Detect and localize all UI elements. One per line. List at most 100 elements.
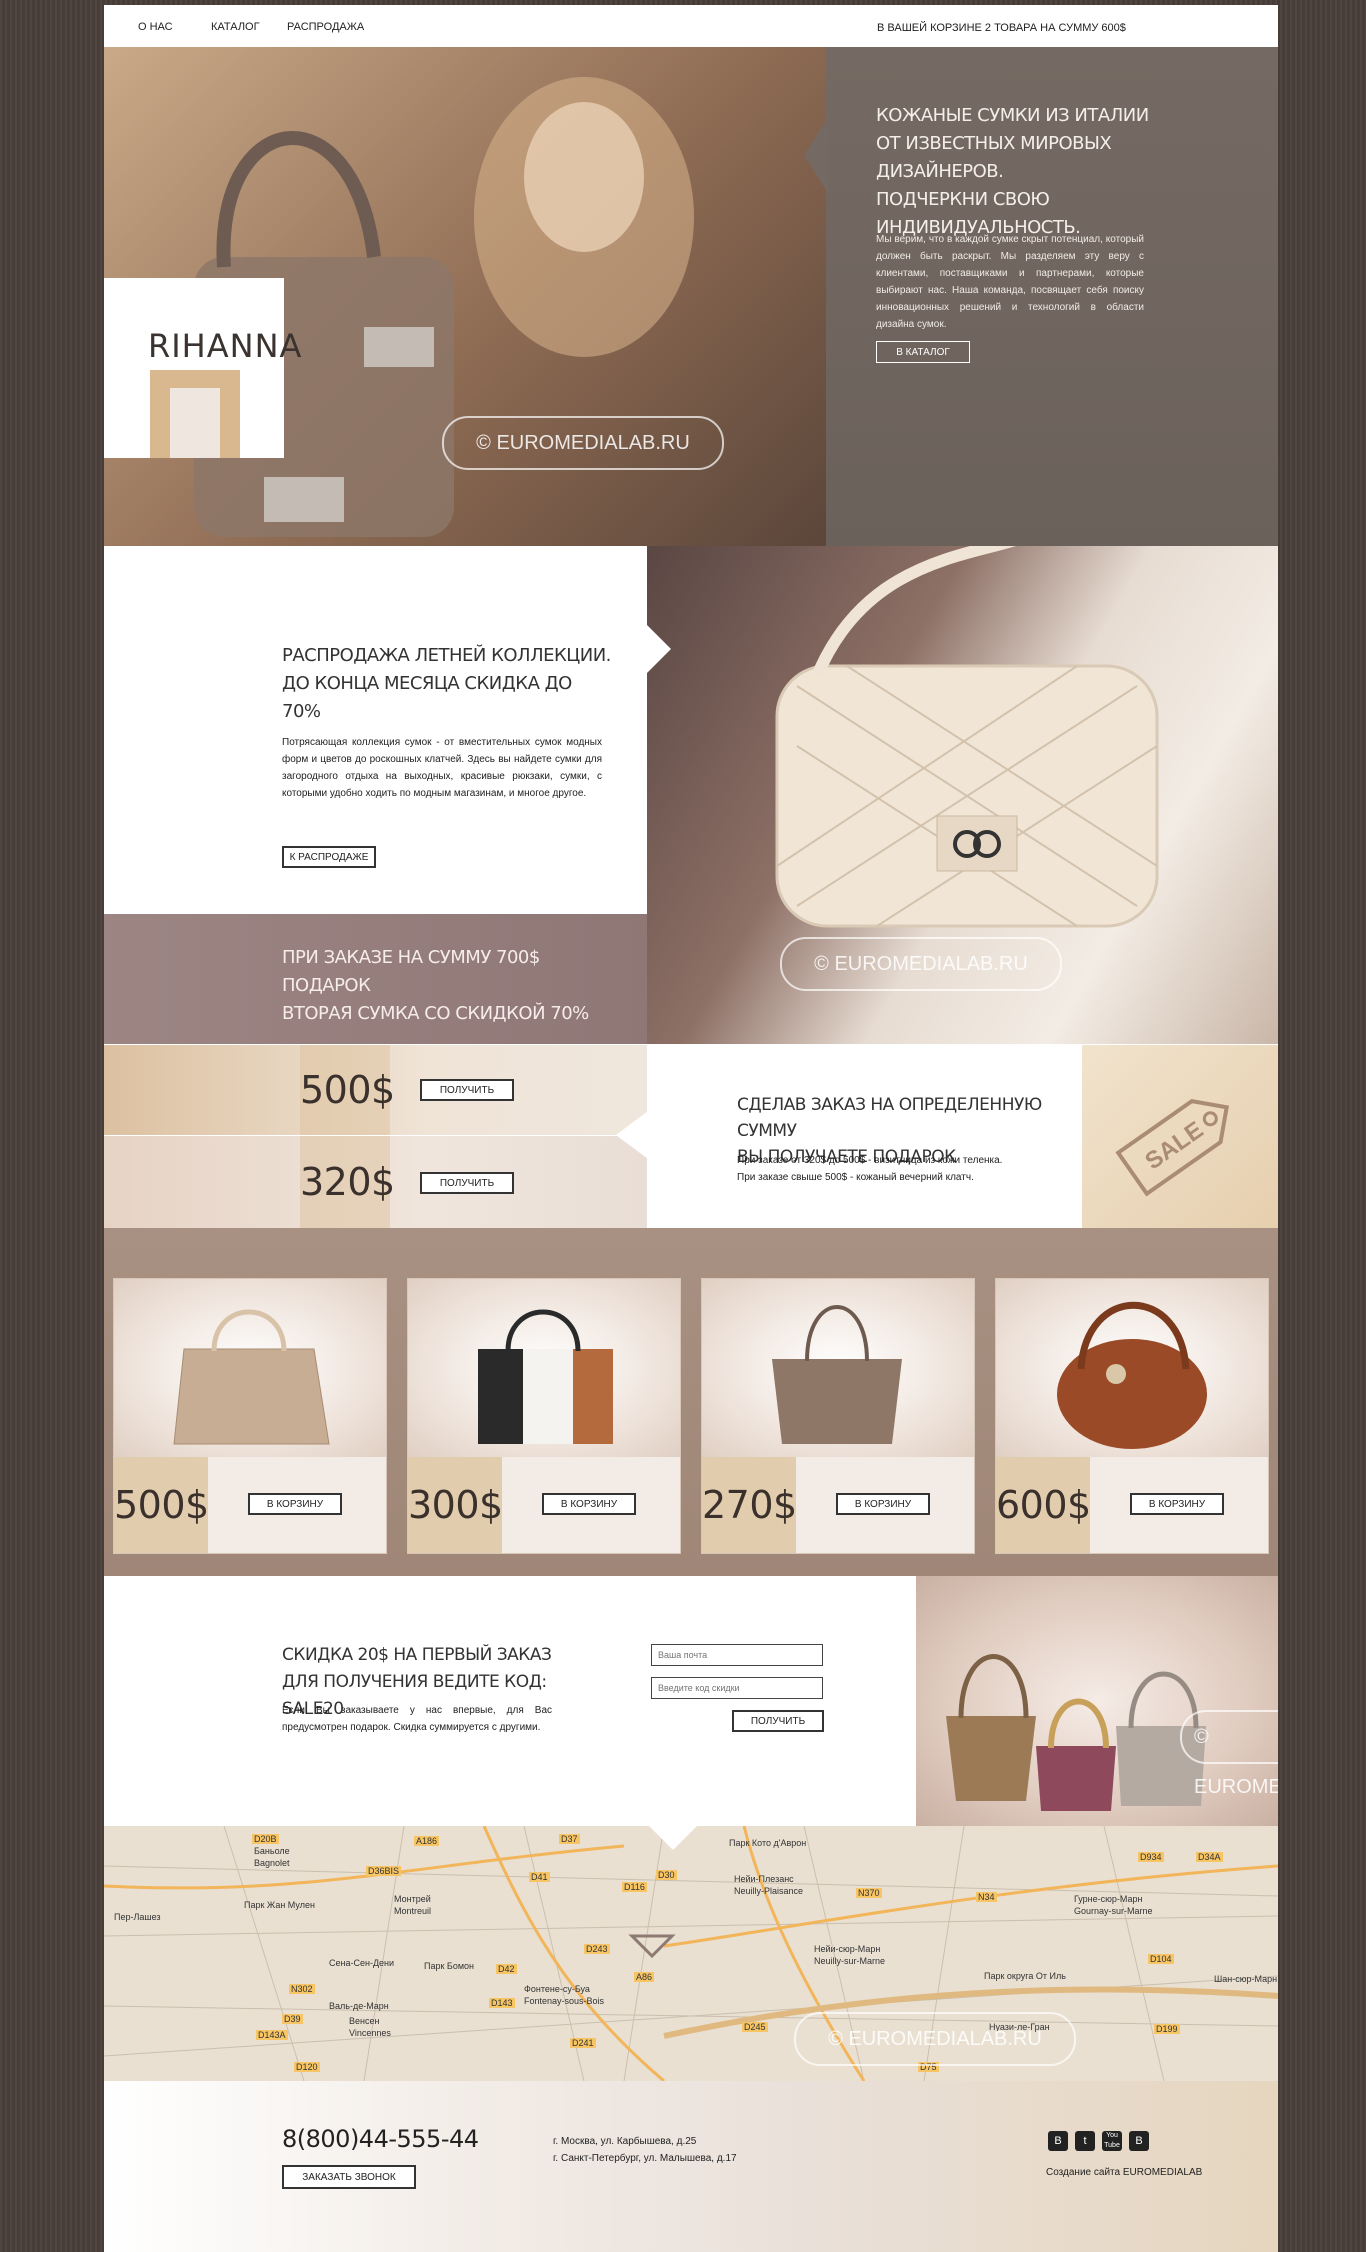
offer-price: 320$: [300, 1136, 395, 1228]
nav-item-catalog[interactable]: КАТАЛОГ: [211, 21, 260, 33]
map-road-label: D143A: [256, 2030, 288, 2040]
map-label: Парк Кото д'Аврон: [729, 1838, 807, 1848]
sale-tag-panel: SALE: [1082, 1045, 1278, 1228]
map-label: Neuilly-sur-Marne: [814, 1956, 886, 1966]
product-image: [114, 1279, 386, 1457]
get-offer-button[interactable]: ПОЛУЧИТЬ: [420, 1079, 514, 1101]
gift-info-panel: СДЕЛАВ ЗАКАЗ НА ОПРЕДЕЛЕННУЮ СУММУ ВЫ ПО…: [647, 1045, 1082, 1228]
logo-mark-icon: [150, 370, 240, 458]
map-road-label: A186: [414, 1836, 440, 1846]
sale-title-line: ДО КОНЦА МЕСЯЦА СКИДКА ДО 70%: [282, 673, 572, 722]
map-label: Bagnolet: [254, 1858, 290, 1868]
map-label: Гурне-сюр-Марн: [1074, 1894, 1143, 1904]
map-arrow-icon: [649, 1826, 697, 1850]
map-road-label: N370: [856, 1888, 882, 1898]
hero-watermark: © EUROMEDIALAB.RU: [442, 416, 724, 470]
sale-tag-icon: SALE: [1115, 1099, 1230, 1197]
product-card[interactable]: 600$ В КОРЗИНУ: [995, 1278, 1269, 1554]
gift-banner-text: ПРИ ЗАКАЗЕ НА СУММУ 700$ ПОДАРОК ВТОРАЯ …: [282, 944, 622, 1028]
product-price: 600$: [996, 1457, 1091, 1553]
quilted-bag-photo: © EUROMEDIALAB.RU: [647, 546, 1278, 1044]
hero-title-line: ОТ ИЗВЕСТНЫХ МИРОВЫХ ДИЗАЙНЕРОВ.: [876, 133, 1112, 182]
hero-section: © EUROMEDIALAB.RU RIHANNA КОЖАНЫЕ СУМКИ …: [104, 47, 1278, 546]
product-price: 270$: [702, 1457, 797, 1553]
get-discount-button[interactable]: ПОЛУЧИТЬ: [732, 1710, 824, 1732]
sale-description: Потрясающая коллекция сумок - от вместит…: [282, 737, 602, 799]
order-call-button[interactable]: ЗАКАЗАТЬ ЗВОНОК: [282, 2165, 416, 2189]
logo-text: RIHANNA: [148, 327, 303, 365]
to-sale-button[interactable]: К РАСПРОДАЖЕ: [282, 846, 376, 868]
sale-section: РАСПРОДАЖА ЛЕТНЕЙ КОЛЛЕКЦИИ. ДО КОНЦА МЕ…: [104, 546, 647, 914]
add-to-cart-button[interactable]: В КОРЗИНУ: [1130, 1493, 1224, 1515]
product-image: [702, 1279, 974, 1457]
map-label: Пер-Лашез: [114, 1912, 161, 1922]
map-road-label: D36BIS: [366, 1866, 402, 1876]
youtube-icon[interactable]: You Tube: [1102, 2131, 1122, 2151]
product-image: [408, 1279, 680, 1457]
offer-price: 500$: [300, 1045, 395, 1135]
twitter-icon[interactable]: t: [1075, 2131, 1095, 2151]
map-road-label: D37: [559, 1834, 580, 1844]
map-road-label: D243: [584, 1944, 610, 1954]
gift-info-line: При заказе свыше 500$ - кожаный вечерний…: [737, 1172, 974, 1183]
site-credit[interactable]: Создание сайта EUROMEDIALAB: [1046, 2167, 1202, 2178]
gift-banner-line: ВТОРАЯ СУМКА СО СКИДКОЙ 70%: [282, 1003, 589, 1024]
footer-phone[interactable]: 8(800)44-555-44: [282, 2125, 479, 2153]
map-road-label: D241: [570, 2038, 596, 2048]
sale-title: РАСПРОДАЖА ЛЕТНЕЙ КОЛЛЕКЦИИ. ДО КОНЦА МЕ…: [282, 642, 612, 726]
cart-summary[interactable]: В ВАШЕЙ КОРЗИНЕ 2 ТОВАРА НА СУММУ 600$: [877, 22, 1126, 34]
offer-arrow-icon: [616, 1111, 648, 1159]
add-to-cart-button[interactable]: В КОРЗИНУ: [542, 1493, 636, 1515]
product-image: [996, 1279, 1268, 1457]
map-road-label: D116: [622, 1882, 647, 1892]
product-card[interactable]: 300$ В КОРЗИНУ: [407, 1278, 681, 1554]
page: О НАС КАТАЛОГ РАСПРОДАЖА В ВАШЕЙ КОРЗИНЕ…: [104, 5, 1278, 2252]
map-road-label: D41: [529, 1872, 550, 1882]
map-road-label: D120: [294, 2062, 320, 2072]
map-label: Парк Бомон: [424, 1961, 474, 1971]
map-road-label: D34A: [1196, 1852, 1223, 1862]
map-label: Fontenay-sous-Bois: [524, 1996, 605, 2006]
product-card[interactable]: 500$ В КОРЗИНУ: [113, 1278, 387, 1554]
address-line: г. Санкт-Петербург, ул. Малышева, д.17: [553, 2153, 737, 2164]
map-road-label: A86: [634, 1972, 655, 1982]
map-label: Сена-Сен-Дени: [329, 1958, 395, 1968]
map-label: Vincennes: [349, 2028, 391, 2038]
hero-title-line: КОЖАНЫЕ СУМКИ ИЗ ИТАЛИИ: [876, 105, 1149, 126]
map-road-label: N34: [976, 1892, 997, 1902]
location-map[interactable]: Баньоле Bagnolet Монтрей Montreuil Парк …: [104, 1826, 1278, 2081]
map-road-label: D20B: [252, 1834, 279, 1844]
promo-section: СКИДКА 20$ НА ПЕРВЫЙ ЗАКАЗ ДЛЯ ПОЛУЧЕНИЯ…: [104, 1576, 916, 1826]
map-label: Монтрей: [394, 1894, 431, 1904]
nav-item-about[interactable]: О НАС: [138, 21, 173, 33]
blogger-icon[interactable]: B: [1048, 2131, 1068, 2151]
gift-info-line: При заказе от 320$ до 500$ - визитница и…: [737, 1155, 1003, 1166]
catalog-button[interactable]: В КАТАЛОГ: [876, 341, 970, 363]
address-line: г. Москва, ул. Карбышева, д.25: [553, 2136, 697, 2147]
map-road-label: D39: [282, 2014, 303, 2024]
promo-watermark: © EUROMEDIAL: [1180, 1710, 1278, 1798]
offer-row: 500$ ПОЛУЧИТЬ: [104, 1045, 647, 1135]
gift-info-title-line: СДЕЛАВ ЗАКАЗ НА ОПРЕДЕЛЕННУЮ СУММУ: [737, 1095, 1042, 1141]
get-offer-button[interactable]: ПОЛУЧИТЬ: [420, 1172, 514, 1194]
product-card[interactable]: 270$ В КОРЗИНУ: [701, 1278, 975, 1554]
gift-banner-line: ПРИ ЗАКАЗЕ НА СУММУ 700$ ПОДАРОК: [282, 947, 540, 996]
map-label: Парк Жан Мулен: [244, 1900, 315, 1910]
discount-code-input[interactable]: [651, 1677, 823, 1699]
offer-row: 320$ ПОЛУЧИТЬ: [104, 1136, 647, 1228]
sale-title-line: РАСПРОДАЖА ЛЕТНЕЙ КОЛЛЕКЦИИ.: [282, 645, 611, 666]
footer-addresses: г. Москва, ул. Карбышева, д.25 г. Санкт-…: [553, 2133, 737, 2167]
blogger-icon[interactable]: B: [1129, 2131, 1149, 2151]
promo-description: Если Вы заказываете у нас впервые, для В…: [282, 1705, 552, 1733]
map-road-label: N302: [289, 1984, 315, 1994]
top-nav: О НАС КАТАЛОГ РАСПРОДАЖА В ВАШЕЙ КОРЗИНЕ…: [104, 5, 1278, 47]
email-input[interactable]: [651, 1644, 823, 1666]
nav-item-sale[interactable]: РАСПРОДАЖА: [287, 21, 364, 33]
add-to-cart-button[interactable]: В КОРЗИНУ: [836, 1493, 930, 1515]
map-label: Шан-сюр-Марн: [1214, 1974, 1278, 1984]
product-price: 300$: [408, 1457, 503, 1553]
add-to-cart-button[interactable]: В КОРЗИНУ: [248, 1493, 342, 1515]
logo[interactable]: RIHANNA: [104, 278, 301, 458]
hero-description: Мы верим, что в каждой сумке скрыт потен…: [876, 234, 1144, 330]
map-label: Валь-де-Марн: [329, 2001, 389, 2011]
